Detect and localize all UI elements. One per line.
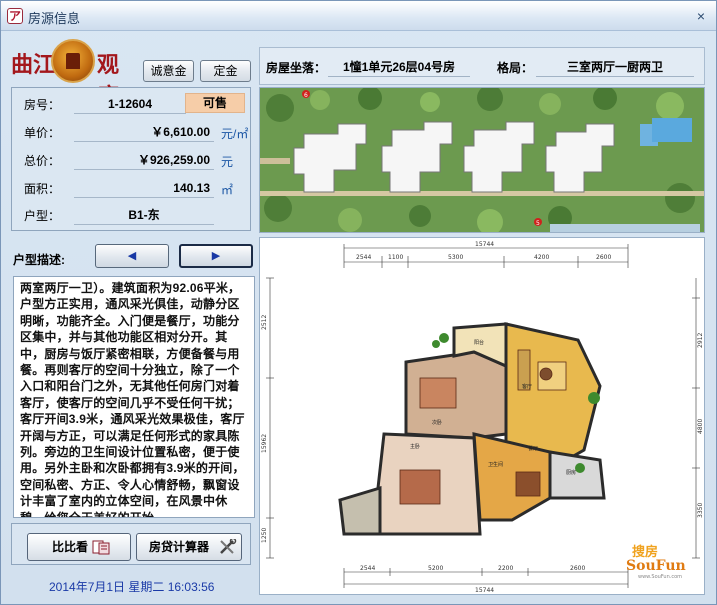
area-row: 面积： 140.13 ㎡ <box>24 178 249 198</box>
unit-price-row: 单价： ￥6,610.00 元/㎡ <box>24 122 249 142</box>
room-label-balcony: 阳台 <box>474 339 484 346</box>
dim-left-1: 2512 <box>261 315 268 330</box>
window-title: 房源信息 <box>28 11 81 26</box>
app-window: ア 房源信息 × 曲江 观唐 诚意金 定金 房号： 1-12604 可售 单价：… <box>0 0 717 605</box>
unit-type-row: 户型： B1-东 <box>24 205 249 225</box>
description-box[interactable]: 两室两厅一卫）。建筑面积为92.06平米，户型方正实用，通风采光俱佳，动静分区明… <box>13 276 255 518</box>
layout-value: 三室两厅一厨两卫 <box>536 57 694 77</box>
room-label-kitchen: 厨房 <box>566 469 576 476</box>
title-bar: ア 房源信息 × <box>1 1 716 31</box>
dim-bottom-3: 2200 <box>498 565 513 572</box>
location-label: 房屋坐落： <box>266 61 327 75</box>
project-logo: 曲江 观唐 <box>11 39 135 110</box>
mortgage-calculator-label: 房贷计算器 <box>149 540 210 554</box>
total-price-row: 总价： ￥926,259.00 元 <box>24 150 249 170</box>
unit-price-label: 单价： <box>24 126 61 140</box>
dim-top-2: 1100 <box>388 254 403 261</box>
logo-left-text: 曲江 <box>11 52 56 78</box>
site-marker-2-label: 5 <box>536 220 540 227</box>
location-header: 房屋坐落： 1憧1单元26层04号房 格局： 三室两厅一厨两卫 <box>259 47 705 85</box>
arrow-right-icon: ▶ <box>211 250 221 262</box>
unit-info-panel: 房号： 1-12604 可售 单价： ￥6,610.00 元/㎡ 总价： ￥92… <box>11 87 251 231</box>
description-label: 户型描述: <box>13 253 65 267</box>
unit-price-value: ￥6,610.00 <box>74 123 214 142</box>
room-label-bathroom: 卫生间 <box>488 461 503 468</box>
room-no-label: 房号： <box>24 98 61 112</box>
total-price-unit: 元 <box>221 155 234 169</box>
dim-left-2: 15962 <box>261 434 268 453</box>
dim-right-3: 3350 <box>697 503 704 518</box>
floor-plan-image: 15744 2544 1100 5300 4200 2600 2544 5200… <box>259 237 705 595</box>
dim-left-3: 1250 <box>261 528 268 543</box>
dim-top-3: 5300 <box>448 254 463 261</box>
dim-right-2: 4800 <box>697 419 704 434</box>
unit-price-unit: 元/㎡ <box>221 127 249 141</box>
dim-bottom-2: 5200 <box>428 565 443 572</box>
compare-label: 比比看 <box>52 540 89 554</box>
site-marker-1-label: 6 <box>304 92 308 99</box>
room-label-master-bedroom: 主卧 <box>410 443 420 450</box>
unit-type-value: B1-东 <box>74 206 214 225</box>
dim-bottom-4: 2600 <box>570 565 585 572</box>
room-label-second-bedroom: 次卧 <box>432 419 442 426</box>
reserve-button[interactable]: 定金 <box>200 60 251 82</box>
soufun-watermark: SouFun <box>626 558 686 574</box>
compare-icon <box>92 540 110 555</box>
logo-emblem-icon <box>51 39 95 83</box>
total-price-value: ￥926,259.00 <box>74 151 214 170</box>
datetime-label: 2014年7月1日 星期二 16:03:56 <box>49 580 215 594</box>
prev-button[interactable]: ◀ <box>95 244 169 268</box>
room-label-dining: 餐厅 <box>528 445 538 452</box>
room-label-living: 客厅 <box>522 383 532 390</box>
close-icon[interactable]: × <box>692 7 710 25</box>
dim-bottom-total: 15744 <box>475 587 494 594</box>
layout-label: 格局： <box>497 61 534 75</box>
tools-icon <box>220 539 237 554</box>
dim-top-total: 15744 <box>475 241 494 248</box>
dim-top-4: 4200 <box>534 254 549 261</box>
mortgage-calculator-button[interactable]: 房贷计算器 <box>136 533 242 561</box>
area-label: 面积： <box>24 182 61 196</box>
deposit-button[interactable]: 诚意金 <box>143 60 194 82</box>
area-unit: ㎡ <box>221 183 234 197</box>
description-text: 两室两厅一卫）。建筑面积为92.06平米，户型方正实用，通风采光俱佳，动静分区明… <box>20 281 245 518</box>
dim-right-1: 2912 <box>697 333 704 348</box>
site-plan-image: 6 5 <box>259 87 705 233</box>
total-price-label: 总价： <box>24 154 61 168</box>
logo-icon: ア <box>7 8 23 24</box>
soufun-watermark-url: www.SouFun.com <box>638 574 682 580</box>
dim-bottom-1: 2544 <box>360 565 375 572</box>
location-value: 1憧1单元26层04号房 <box>328 57 470 77</box>
status-badge: 可售 <box>185 93 245 113</box>
dim-top-1: 2544 <box>356 254 371 261</box>
unit-type-label: 户型： <box>24 209 61 223</box>
next-button[interactable]: ▶ <box>179 244 253 268</box>
area-value: 140.13 <box>74 179 214 198</box>
dim-top-5: 2600 <box>596 254 611 261</box>
compare-button[interactable]: 比比看 <box>27 533 131 561</box>
room-no-value: 1-12604 <box>74 95 186 114</box>
arrow-left-icon: ◀ <box>127 250 137 262</box>
